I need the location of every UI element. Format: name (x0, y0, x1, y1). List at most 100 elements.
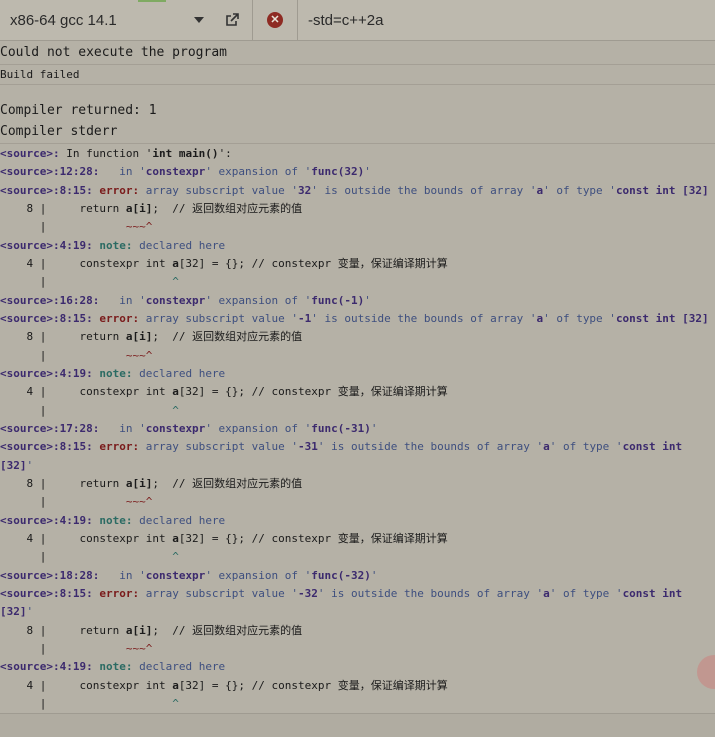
log-segment: 变量，保证编译期计算 (337, 678, 448, 692)
log-segment: a (172, 256, 179, 270)
compiler-flags-input[interactable]: -std=c++2a (297, 0, 715, 40)
open-in-new-button[interactable] (212, 0, 253, 40)
log-line: | ^ (0, 548, 715, 566)
log-segment: ' of type ' (543, 311, 616, 325)
log-segment: declared here (132, 660, 226, 674)
log-segment: ' (370, 421, 378, 435)
log-line: 4 | constexpr int a[32] = {}; // constex… (0, 383, 715, 401)
log-segment: [32] = {}; // constexpr (178, 678, 338, 692)
log-segment: ' (370, 568, 378, 582)
log-segment: 4 | constexpr int (0, 385, 173, 399)
log-segment: ' (364, 165, 371, 179)
log-segment: ^ (172, 275, 179, 289)
log-segment: <source>:8:15: (0, 586, 93, 600)
log-segment: 返回数组对应元素的值 (192, 476, 303, 490)
log-line: 4 | constexpr int a[32] = {}; // constex… (0, 255, 715, 273)
divider (0, 84, 715, 85)
log-segment: ' (26, 458, 34, 472)
log-segment: int main() (152, 147, 219, 160)
log-segment: | (0, 348, 126, 362)
log-segment: note: (92, 366, 133, 380)
compiler-select[interactable]: x86-64 gcc 14.1 (0, 0, 212, 40)
log-segment: ' expansion of ' (205, 165, 312, 179)
compiler-return-code: Compiler returned: 1 (0, 103, 157, 118)
log-segment: 返回数组对应元素的值 (192, 623, 303, 637)
log-segment: <source>:18:28: (0, 568, 100, 582)
log-segment: in ' (99, 421, 146, 435)
log-segment: const int (622, 440, 683, 454)
log-segment: 4 | constexpr int (0, 531, 173, 545)
log-segment: a (172, 385, 179, 399)
log-segment: constexpr (145, 568, 206, 582)
log-segment: <source>:4:19: (0, 660, 93, 674)
log-segment: | (0, 495, 126, 509)
log-segment: constexpr (145, 421, 206, 435)
log-segment: error: (92, 440, 140, 454)
log-line: | ~~~^ (0, 493, 715, 511)
build-status: Build failed (0, 68, 80, 81)
log-line: 8 | return a[i]; // 返回数组对应元素的值 (0, 622, 715, 640)
log-line: <source>:12:28: in 'constexpr' expansion… (0, 163, 715, 181)
log-segment: ^ (172, 550, 179, 564)
divider (0, 64, 715, 65)
log-segment: 4 | constexpr int (0, 678, 173, 692)
log-segment: -31 (298, 440, 318, 454)
log-segment: func(32) (311, 165, 365, 179)
log-segment: ~~~^ (125, 641, 153, 655)
log-line: 4 | constexpr int a[32] = {}; // constex… (0, 530, 715, 548)
log-segment: ; // (152, 330, 193, 344)
log-segment: ~~~^ (125, 220, 153, 234)
log-segment: const int (622, 586, 683, 600)
log-segment: a[i] (125, 623, 153, 637)
log-line: [32]' (0, 603, 715, 621)
log-segment: 变量，保证编译期计算 (337, 256, 448, 270)
log-segment: ' (26, 605, 34, 619)
log-segment: <source>:16:28: (0, 293, 100, 307)
log-segment: declared here (132, 238, 226, 252)
divider (0, 143, 715, 144)
log-segment: declared here (132, 513, 226, 527)
log-segment: -1 (298, 311, 312, 325)
external-link-icon (226, 13, 239, 26)
log-line: | ~~~^ (0, 218, 715, 236)
log-line: <source>:17:28: in 'constexpr' expansion… (0, 420, 715, 438)
log-line: <source>:8:15: error: array subscript va… (0, 182, 715, 200)
active-tab-indicator (138, 0, 166, 2)
log-segment: in ' (99, 293, 146, 307)
stderr-heading: Compiler stderr (0, 124, 118, 139)
log-segment: ' (364, 293, 371, 307)
log-line: | ^ (0, 402, 715, 420)
log-segment: ' of type ' (549, 586, 623, 600)
log-segment: a (172, 531, 179, 545)
log-line: 8 | return a[i]; // 返回数组对应元素的值 (0, 328, 715, 346)
compiler-toolbar: x86-64 gcc 14.1 ✕ -std=c++2a (0, 0, 715, 41)
log-segment: a (543, 586, 550, 600)
log-segment: 变量，保证编译期计算 (337, 531, 448, 545)
close-pane-button[interactable]: ✕ (253, 0, 297, 40)
log-segment: In function ' (59, 147, 153, 160)
log-segment: ' is outside the bounds of array ' (317, 586, 544, 600)
log-segment: <source>: (0, 147, 60, 160)
log-segment: a[i] (125, 201, 153, 215)
log-segment: func(-31) (311, 421, 371, 435)
log-segment: a (172, 678, 179, 692)
log-segment: <source>:8:15: (0, 311, 93, 325)
log-segment: 变量，保证编译期计算 (337, 385, 448, 399)
log-segment: ' expansion of ' (205, 568, 312, 582)
log-segment: 8 | return (0, 623, 126, 637)
log-line: <source>: In function 'int main()': (0, 145, 715, 163)
log-line: | ~~~^ (0, 640, 715, 658)
log-line: <source>:8:15: error: array subscript va… (0, 438, 715, 456)
log-segment: -32 (298, 586, 318, 600)
log-segment: a[i] (125, 330, 153, 344)
compiler-select-label: x86-64 gcc 14.1 (10, 11, 117, 29)
chevron-down-icon (194, 17, 204, 23)
log-segment: ' of type ' (549, 440, 623, 454)
log-segment: array subscript value ' (139, 440, 299, 454)
log-segment: <source>:17:28: (0, 421, 100, 435)
log-segment: [32] (0, 605, 27, 619)
log-segment: a (543, 440, 550, 454)
log-segment: error: (92, 586, 140, 600)
log-segment: | (0, 403, 173, 417)
log-segment: func(-32) (311, 568, 371, 582)
